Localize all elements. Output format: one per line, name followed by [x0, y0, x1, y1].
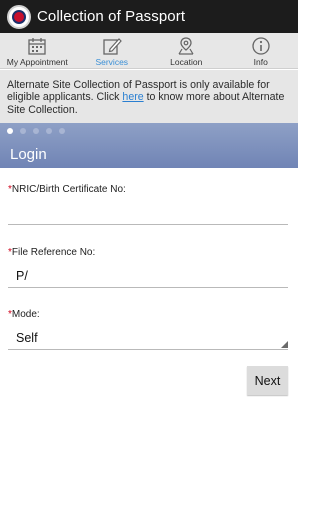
tab-services[interactable]: Services — [75, 33, 150, 68]
calendar-icon — [28, 38, 46, 55]
mode-field-group: *Mode: Self — [8, 309, 288, 350]
nric-input[interactable] — [8, 201, 288, 225]
file-ref-input[interactable]: P/ — [8, 264, 288, 288]
carousel-dot[interactable] — [7, 128, 13, 134]
location-pin-icon — [178, 37, 194, 55]
carousel-dot[interactable] — [33, 128, 39, 134]
notice-link[interactable]: here — [122, 91, 143, 103]
info-icon — [252, 37, 270, 55]
carousel-dot[interactable] — [59, 128, 65, 134]
tab-label: My Appointment — [6, 57, 68, 67]
mode-label: *Mode: — [8, 309, 40, 320]
login-banner: Login — [0, 123, 298, 168]
file-ref-label: *File Reference No: — [8, 247, 96, 258]
next-button[interactable]: Next — [247, 366, 288, 395]
mode-select[interactable]: Self — [8, 326, 288, 350]
tab-label: Info — [253, 57, 268, 67]
page-title: Login — [10, 146, 47, 163]
app-title: Collection of Passport — [37, 8, 186, 25]
carousel-indicator — [7, 128, 65, 134]
app-logo-icon — [7, 4, 31, 29]
nric-field-group: *NRIC/Birth Certificate No: — [8, 184, 288, 225]
nric-label: *NRIC/Birth Certificate No: — [8, 184, 126, 195]
notice-banner: Alternate Site Collection of Passport is… — [0, 70, 298, 123]
carousel-dot[interactable] — [46, 128, 52, 134]
tab-label: Location — [170, 57, 203, 67]
tab-label: Services — [95, 57, 129, 67]
edit-icon — [103, 38, 122, 55]
carousel-dot[interactable] — [20, 128, 26, 134]
file-ref-field-group: *File Reference No: P/ — [8, 247, 288, 288]
tab-info[interactable]: Info — [224, 33, 299, 68]
app-titlebar: Collection of Passport — [0, 0, 298, 33]
tab-bar: My Appointment Services Location Info — [0, 33, 298, 69]
tab-location[interactable]: Location — [149, 33, 224, 68]
mode-select-value: Self — [16, 331, 38, 345]
tab-my-appointment[interactable]: My Appointment — [0, 33, 75, 68]
dropdown-caret-icon — [281, 341, 288, 348]
